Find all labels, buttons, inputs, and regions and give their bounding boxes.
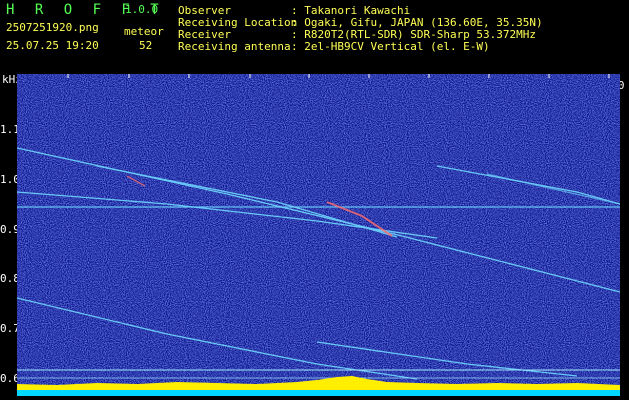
y-tick-0.9: 0.9 [0, 223, 20, 236]
spectrogram [17, 74, 620, 396]
y-tick-0.6: 0.6 [0, 372, 20, 385]
antenna-value: : 2el-HB9CV Vertical (el. E-W) [291, 40, 490, 53]
antenna-key: Receiving antenna [178, 40, 291, 53]
amplitude-base [17, 390, 620, 396]
y-tick-1.0: 1.0 [0, 173, 20, 186]
y-tick-1.1: 1.1 [0, 123, 20, 136]
y-tick-0.8: 0.8 [0, 272, 20, 285]
y-tick-0.7: 0.7 [0, 322, 20, 335]
header: H R O F F T 1.0.0 2507251920.png meteor … [0, 0, 629, 72]
spectrogram-noise [17, 74, 620, 396]
app-version: 1.0.0 [125, 3, 159, 16]
date-time: 25.07.25 19:20 [6, 39, 99, 52]
meteor-count: 52 [139, 39, 153, 52]
meteor-label: meteor [124, 25, 164, 38]
file-name: 2507251920.png [6, 21, 99, 34]
